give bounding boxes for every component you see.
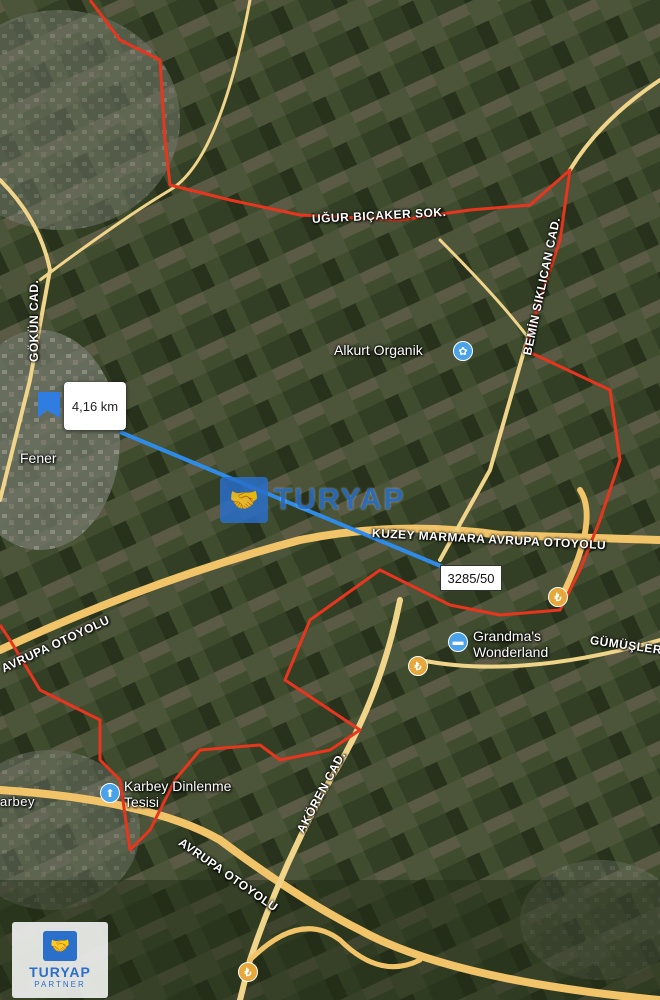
tulip-icon[interactable]: ✿ (453, 341, 473, 361)
poi-label-grandma-line2: Wonderland (473, 644, 549, 660)
poi-label-karbey-line2: Tesisi (124, 794, 160, 810)
poi-label-grandma[interactable]: Grandma's Wonderland (473, 628, 548, 660)
road-label-gokun: GÖKÜN CAD. (27, 279, 41, 362)
rest-stop-icon[interactable]: ⬆ (100, 783, 120, 803)
watermark-text: TURYAP (274, 483, 406, 516)
poi-label-karbey-line1: Karbey Dinlenme (124, 778, 232, 794)
lira-icon[interactable]: ₺ (238, 962, 258, 982)
lira-icon[interactable]: ₺ (548, 587, 568, 607)
watermark-corner-logo: 🤝 TURYAP PARTNER (12, 922, 108, 998)
distance-label: 4,16 km (64, 382, 126, 430)
road-label-karbey: arbey (0, 794, 36, 809)
lira-icon[interactable]: ₺ (408, 656, 428, 676)
hotel-icon[interactable]: ▬ (448, 632, 468, 652)
poi-label-alkurt[interactable]: Alkurt Organik (334, 342, 423, 358)
handshake-icon: 🤝 (220, 477, 268, 523)
place-label-fener: Fener (20, 450, 57, 466)
parcel-label: 3285/50 (440, 565, 502, 591)
watermark-center: 🤝 TURYAP (220, 477, 405, 523)
watermark-brand: TURYAP (29, 964, 91, 980)
map-view[interactable]: 4,16 km UĞUR BIÇAKER SOK. GÖKÜN CAD. BEM… (0, 0, 660, 1000)
poi-label-grandma-line1: Grandma's (473, 628, 542, 644)
handshake-icon: 🤝 (43, 931, 77, 961)
poi-label-karbey[interactable]: Karbey Dinlenme Tesisi (124, 778, 231, 810)
watermark-sub: PARTNER (34, 980, 86, 989)
